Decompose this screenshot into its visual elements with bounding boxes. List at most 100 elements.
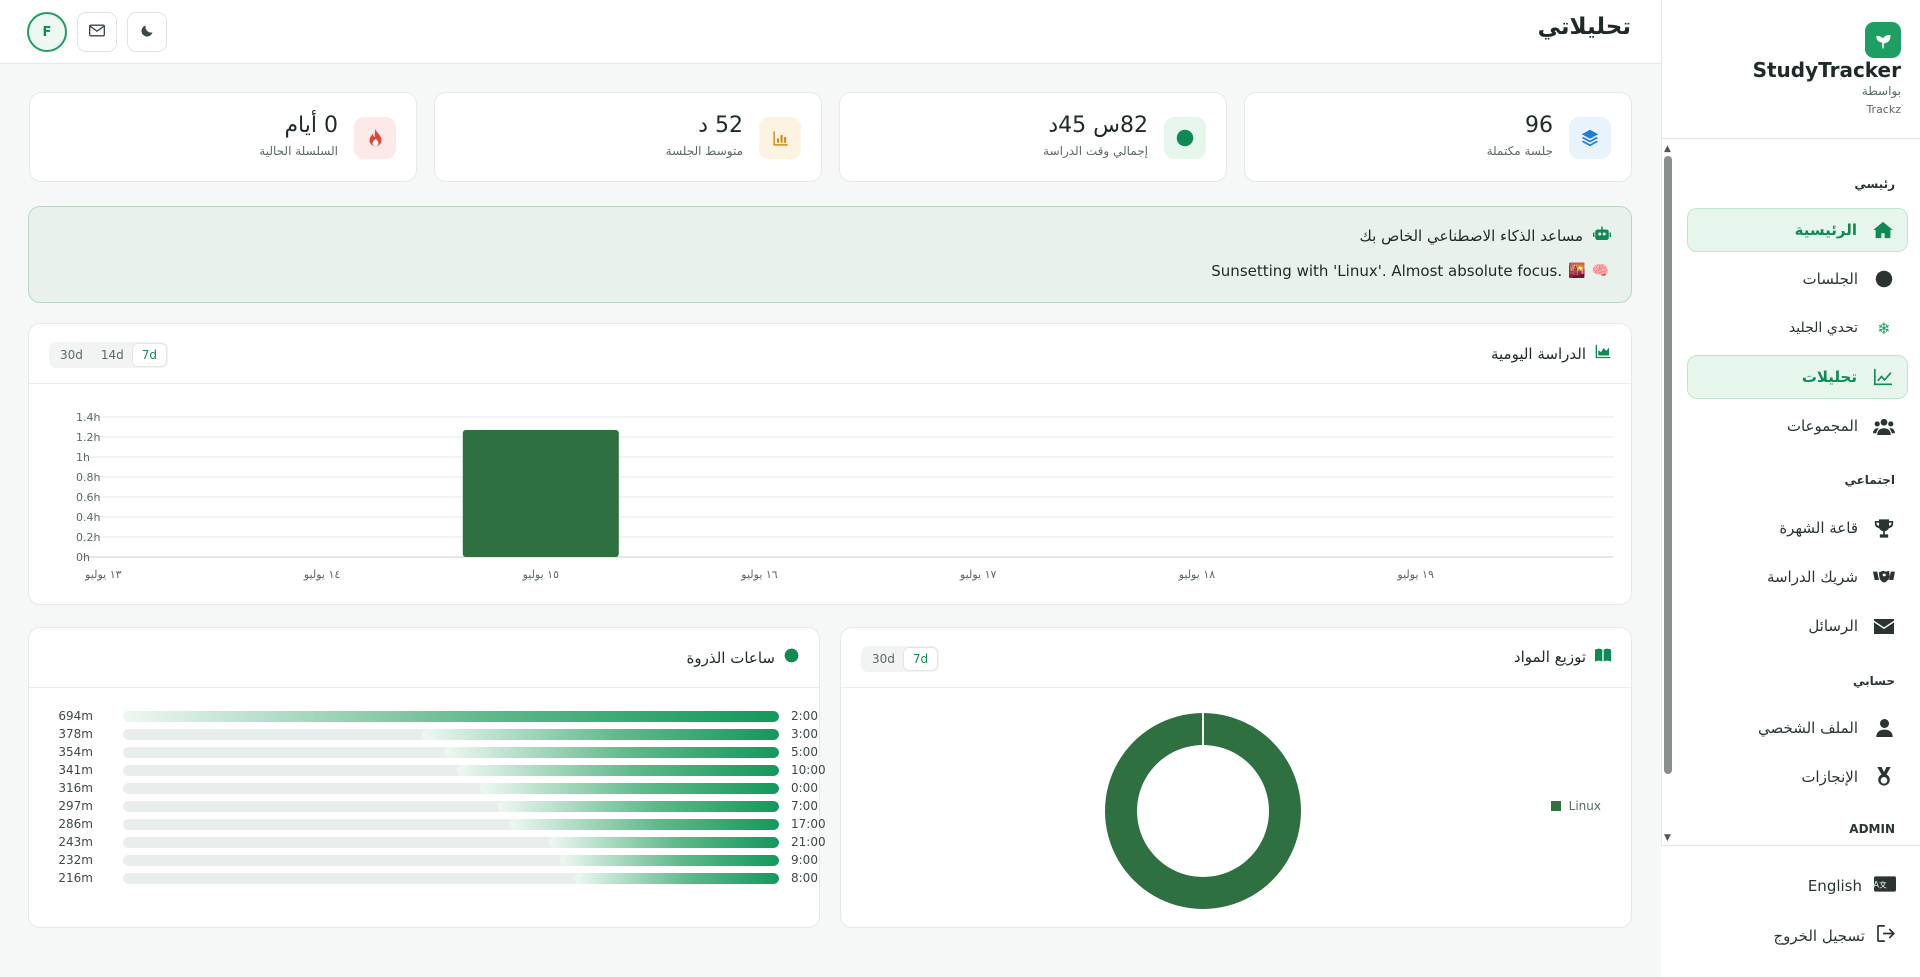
sidebar-item-groups[interactable]: المجموعات <box>1687 404 1908 448</box>
peak-bar-fill <box>574 873 779 884</box>
stat-value: 96 <box>1525 113 1553 138</box>
sidebar-item-profile[interactable]: الملف الشخصي <box>1687 706 1908 750</box>
nav-section-admin: ADMIN <box>1849 822 1895 836</box>
x-tick-label: ١٣ يوليو <box>84 568 122 581</box>
sidebar-item-label: تحدي الجليد <box>1788 320 1858 336</box>
messages-button[interactable] <box>77 12 117 52</box>
sidebar-item-label: الإنجازات <box>1801 768 1858 786</box>
sidebar-item-sessions[interactable]: الجلسات <box>1687 257 1908 301</box>
sidebar-item-messages[interactable]: الرسائل <box>1687 604 1908 648</box>
peak-bar-fill <box>549 837 779 848</box>
stat-card-avg-session: 52 د متوسط الجلسة <box>434 92 822 182</box>
sidebar-item-label: قاعة الشهرة <box>1779 519 1858 537</box>
card-title-text: ساعات الذروة <box>686 648 775 667</box>
peak-hour-label: 21:00 <box>791 835 826 849</box>
chart-legend: Linux <box>1550 799 1601 813</box>
ai-title-text: مساعد الذكاء الاصطناعي الخاص بك <box>1359 227 1583 245</box>
sidebar-item-achievements[interactable]: الإنجازات <box>1687 755 1908 799</box>
sidebar-item-hall-of-fame[interactable]: قاعة الشهرة <box>1687 506 1908 550</box>
peak-bar-track <box>123 747 779 758</box>
range-option-30d[interactable]: 30d <box>863 648 904 670</box>
stat-label: السلسلة الحالية <box>259 144 338 158</box>
x-tick-label: ١٤ يوليو <box>303 568 341 581</box>
sidebar-item-label: الرئيسية <box>1794 221 1857 239</box>
fire-icon <box>354 117 396 159</box>
scroll-down-icon[interactable]: ▼ <box>1664 833 1671 843</box>
language-button[interactable]: A文 English <box>1808 876 1896 896</box>
nav-section-main: رئيسي <box>1854 177 1895 191</box>
range-option-30d[interactable]: 30d <box>51 344 92 366</box>
peak-bar-fill <box>421 729 779 740</box>
x-tick-label: ١٥ يوليو <box>522 568 560 581</box>
envelope-icon <box>1872 618 1896 634</box>
y-tick-label: 0h <box>76 551 90 564</box>
bar[interactable] <box>462 430 619 557</box>
peak-hour-label: 8:00 <box>791 871 818 885</box>
peak-hour-row: 378m 3:00 <box>53 725 818 743</box>
sidebar-item-analytics[interactable]: تحليلات <box>1687 355 1908 399</box>
y-tick-label: 0.2h <box>76 531 100 544</box>
peak-bar-track <box>123 855 779 866</box>
peak-hour-label: 9:00 <box>791 853 818 867</box>
medal-icon <box>1872 767 1896 787</box>
peak-hour-row: 216m 8:00 <box>53 869 818 887</box>
peak-bar-track <box>123 711 779 722</box>
x-tick-label: ١٧ يوليو <box>959 568 997 581</box>
legend-label: Linux <box>1568 799 1601 813</box>
stat-label: جلسة مكتملة <box>1486 144 1553 158</box>
range-option-14d[interactable]: 14d <box>92 344 133 366</box>
avatar[interactable]: F <box>27 12 67 52</box>
peak-bar-track <box>123 765 779 776</box>
envelope-icon <box>89 24 105 41</box>
sidebar-scrollbar[interactable]: ▲ ▼ <box>1661 140 1675 845</box>
theme-toggle-button[interactable] <box>127 12 167 52</box>
ai-message: 🧠 🌇 Sunsetting with 'Linux'. Almost abso… <box>1211 262 1609 280</box>
logout-icon <box>1877 925 1896 946</box>
trophy-icon <box>1872 518 1896 538</box>
ai-title: مساعد الذكاء الاصطناعي الخاص بك <box>1359 226 1611 246</box>
y-tick-label: 0.4h <box>76 511 100 524</box>
range-option-7d[interactable]: 7d <box>132 344 167 366</box>
card-header: توزيع المواد 30d 7d <box>841 628 1631 688</box>
peak-hour-label: 3:00 <box>791 727 818 741</box>
peak-bar-fill <box>456 765 779 776</box>
line-chart-icon <box>1871 368 1895 386</box>
sidebar-item-label: تحليلات <box>1801 368 1857 386</box>
sidebar-item-study-partner[interactable]: شريك الدراسة <box>1687 555 1908 599</box>
subject-distribution-card: توزيع المواد 30d 7d Linux <box>840 627 1632 928</box>
sidebar-item-label: المجموعات <box>1786 417 1858 435</box>
peak-hour-row: 316m 0:00 <box>53 779 818 797</box>
peak-bar-fill <box>498 801 779 812</box>
peak-minutes: 286m <box>58 817 93 831</box>
card-title-text: الدراسة اليومية <box>1490 344 1586 363</box>
daily-study-card: الدراسة اليومية 30d 14d 7d 0h 0.2h 0.4h 0.6h 0… <box>28 323 1632 605</box>
peak-bar-track <box>123 873 779 884</box>
peak-bar-track <box>123 801 779 812</box>
logout-button[interactable]: تسجيل الخروج <box>1773 925 1896 946</box>
peak-bar-track <box>123 729 779 740</box>
brand-name: StudyTracker <box>1752 58 1901 82</box>
sidebar-item-home[interactable]: الرئيسية <box>1687 208 1908 252</box>
sprout-logo-icon[interactable] <box>1865 22 1901 58</box>
peak-hour-row: 297m 7:00 <box>53 797 818 815</box>
peak-bar-fill <box>508 819 779 830</box>
clock-icon <box>784 648 799 667</box>
stat-card-sessions: 96 جلسة مكتملة <box>1244 92 1632 182</box>
page-title: تحليلاتي <box>1537 14 1631 40</box>
stat-value: 82س 45د <box>1048 113 1148 138</box>
sidebar-item-ice-challenge[interactable]: ❄ تحدي الجليد <box>1687 306 1908 350</box>
book-icon <box>1595 648 1611 666</box>
peak-minutes: 316m <box>58 781 93 795</box>
peak-hour-row: 354m 5:00 <box>53 743 818 761</box>
scrollbar-thumb[interactable] <box>1664 156 1672 774</box>
peak-hour-row: 341m 10:00 <box>53 761 825 779</box>
range-selector: 30d 7d <box>861 646 940 672</box>
logout-label: تسجيل الخروج <box>1773 926 1865 945</box>
daily-bar-chart: 0h 0.2h 0.4h 0.6h 0.8h 1h 1.2h 1.4h ١٣ يوليو ١٤ ي… <box>76 411 1613 581</box>
handshake-icon <box>1872 569 1896 586</box>
chart-icon <box>759 117 801 159</box>
range-option-7d[interactable]: 7d <box>903 648 938 670</box>
peak-bar-fill <box>444 747 779 758</box>
subject-donut-chart <box>1104 713 1301 909</box>
scroll-up-icon[interactable]: ▲ <box>1664 144 1671 154</box>
